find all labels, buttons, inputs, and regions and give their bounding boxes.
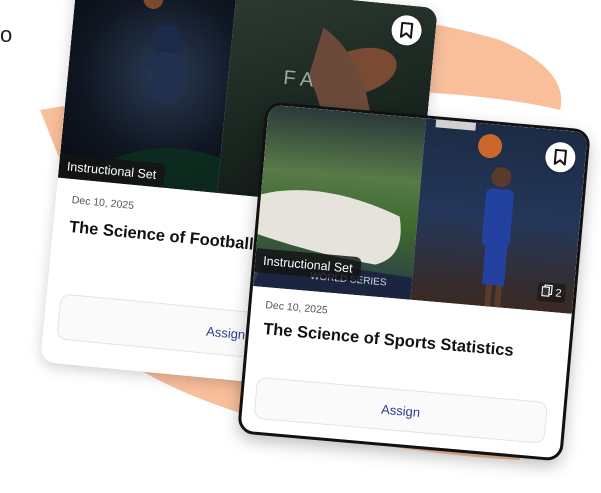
svg-text:F A: F A: [282, 67, 315, 92]
card-date: Dec 10, 2025: [71, 194, 135, 213]
item-count: 2: [554, 286, 563, 300]
assign-button[interactable]: Assign: [253, 376, 548, 444]
card-date: Dec 10, 2025: [264, 299, 329, 317]
card-thumbnail: WORLD SERIES Instructional Set 2: [252, 104, 588, 314]
card-title[interactable]: The Science of Football: [68, 218, 254, 255]
copy-icon: [540, 284, 553, 300]
card-title[interactable]: The Science of Sports Statistics: [262, 320, 514, 361]
content-card-sports-statistics[interactable]: WORLD SERIES Instructional Set 2 Dec: [237, 101, 591, 462]
partial-heading-text: o: [0, 22, 13, 47]
item-count-indicator: 2: [536, 281, 567, 304]
